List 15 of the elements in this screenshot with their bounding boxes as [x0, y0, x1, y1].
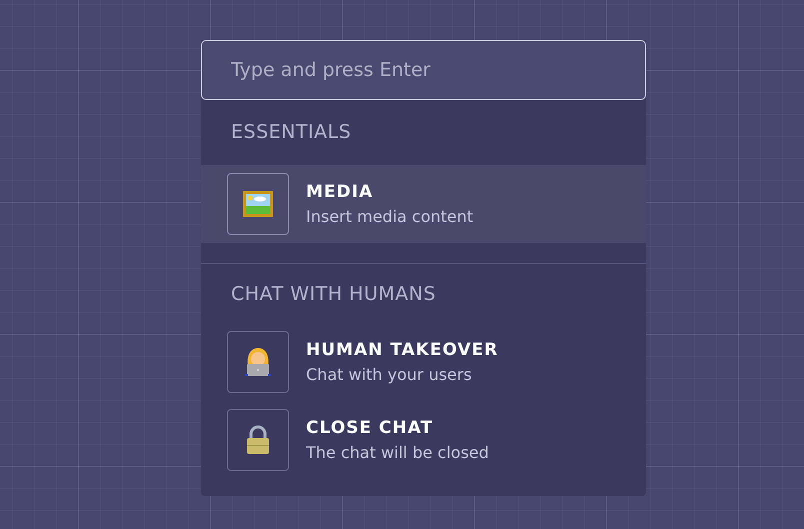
- menu-item[interactable]: MEDIA Insert media content: [201, 165, 646, 243]
- person-laptop-icon: [244, 347, 272, 377]
- padlock-icon: [245, 425, 271, 455]
- menu-item[interactable]: HUMAN TAKEOVER Chat with your users: [201, 323, 646, 401]
- item-title: MEDIA: [306, 182, 374, 202]
- section-heading: ESSENTIALS: [230, 120, 352, 145]
- item-title: HUMAN TAKEOVER: [306, 340, 498, 360]
- menu-item[interactable]: CLOSE CHAT The chat will be closed: [201, 401, 646, 479]
- framed-picture-icon: [242, 188, 274, 220]
- search-field[interactable]: Type and press Enter: [201, 40, 646, 100]
- item-description: Chat with your users: [306, 365, 473, 384]
- item-title: CLOSE CHAT: [306, 418, 434, 438]
- item-description: Insert media content: [306, 207, 474, 226]
- item-description: The chat will be closed: [306, 443, 489, 462]
- section-heading: CHAT WITH HUMANS: [230, 282, 437, 307]
